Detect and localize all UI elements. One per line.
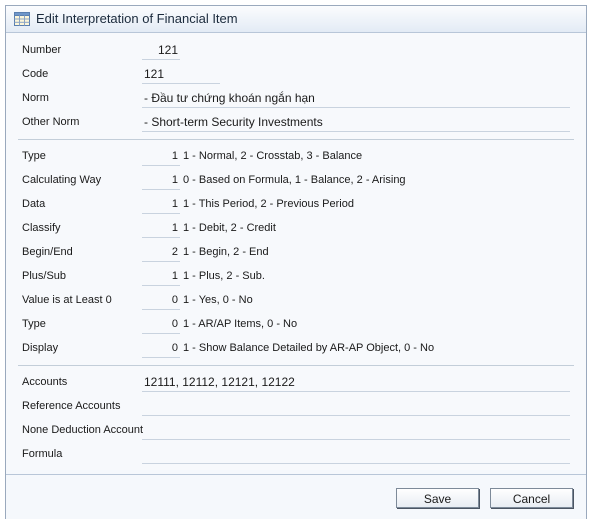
other-norm-underline (142, 131, 570, 132)
param-description: 1 - Begin, 2 - End (183, 246, 269, 258)
dialog-title: Edit Interpretation of Financial Item (36, 11, 238, 26)
norm-field[interactable]: - Đầu tư chứng khoán ngắn hạn (144, 91, 315, 105)
title-bar[interactable]: Edit Interpretation of Financial Item (6, 6, 586, 33)
number-field[interactable]: 121 (142, 43, 178, 57)
param-value-field[interactable]: 0 (142, 318, 178, 330)
param-value-field[interactable]: 1 (142, 174, 178, 186)
other-norm-label: Other Norm (22, 116, 80, 128)
param-label: Begin/End (22, 246, 73, 258)
section-divider (18, 139, 574, 140)
param-value-field[interactable]: 0 (142, 294, 178, 306)
param-underline (142, 189, 180, 190)
code-label: Code (22, 68, 49, 80)
param-label: Calculating Way (22, 174, 102, 186)
reference-accounts-label: Reference Accounts (22, 400, 121, 412)
param-underline (142, 309, 180, 310)
cancel-button[interactable]: Cancel (490, 488, 573, 508)
param-underline (142, 165, 180, 166)
button-bar: Save Cancel (6, 474, 586, 519)
param-underline (142, 285, 180, 286)
param-description: 1 - Normal, 2 - Crosstab, 3 - Balance (183, 150, 363, 162)
param-value-field[interactable]: 1 (142, 198, 178, 210)
param-value-field[interactable]: 1 (142, 270, 178, 282)
param-underline (142, 261, 180, 262)
param-label: Classify (22, 222, 61, 234)
dialog-window: Edit Interpretation of Financial Item Nu… (5, 5, 587, 519)
param-description: 1 - AR/AP Items, 0 - No (183, 318, 298, 330)
code-underline (142, 83, 220, 84)
param-description: 1 - Debit, 2 - Credit (183, 222, 276, 234)
param-underline (142, 357, 180, 358)
param-description: 1 - This Period, 2 - Previous Period (183, 198, 354, 210)
param-description: 1 - Show Balance Detailed by AR-AP Objec… (183, 342, 435, 354)
accounts-label: Accounts (22, 376, 68, 388)
param-label: Type (22, 150, 46, 162)
reference-accounts-underline (142, 415, 570, 416)
number-underline (142, 59, 180, 60)
form-body: Number 121 Code 121 Norm - Đầu tư chứng … (6, 33, 586, 470)
param-label: Value is at Least 0 (22, 294, 112, 306)
param-label: Type (22, 318, 46, 330)
param-underline (142, 237, 180, 238)
table-icon (14, 12, 30, 26)
section-divider (18, 365, 574, 366)
param-value-field[interactable]: 0 (142, 342, 178, 354)
param-label: Display (22, 342, 59, 354)
param-label: Data (22, 198, 46, 210)
param-label: Plus/Sub (22, 270, 67, 282)
param-underline (142, 333, 180, 334)
accounts-field[interactable]: 12111, 12112, 12121, 12122 (144, 375, 295, 389)
formula-underline (142, 463, 570, 464)
param-description: 0 - Based on Formula, 1 - Balance, 2 - A… (183, 174, 406, 186)
norm-label: Norm (22, 92, 49, 104)
norm-underline (142, 107, 570, 108)
none-deduction-account-label: None Deduction Account (22, 424, 144, 436)
number-label: Number (22, 44, 62, 56)
param-description: 1 - Yes, 0 - No (183, 294, 253, 306)
other-norm-field[interactable]: - Short-term Security Investments (144, 115, 323, 129)
param-value-field[interactable]: 1 (142, 150, 178, 162)
param-value-field[interactable]: 1 (142, 222, 178, 234)
save-button[interactable]: Save (396, 488, 479, 508)
formula-label: Formula (22, 448, 63, 460)
none-deduction-account-underline (142, 439, 570, 440)
accounts-underline (142, 391, 570, 392)
param-underline (142, 213, 180, 214)
code-field[interactable]: 121 (144, 67, 164, 81)
param-description: 1 - Plus, 2 - Sub. (183, 270, 265, 282)
param-value-field[interactable]: 2 (142, 246, 178, 258)
